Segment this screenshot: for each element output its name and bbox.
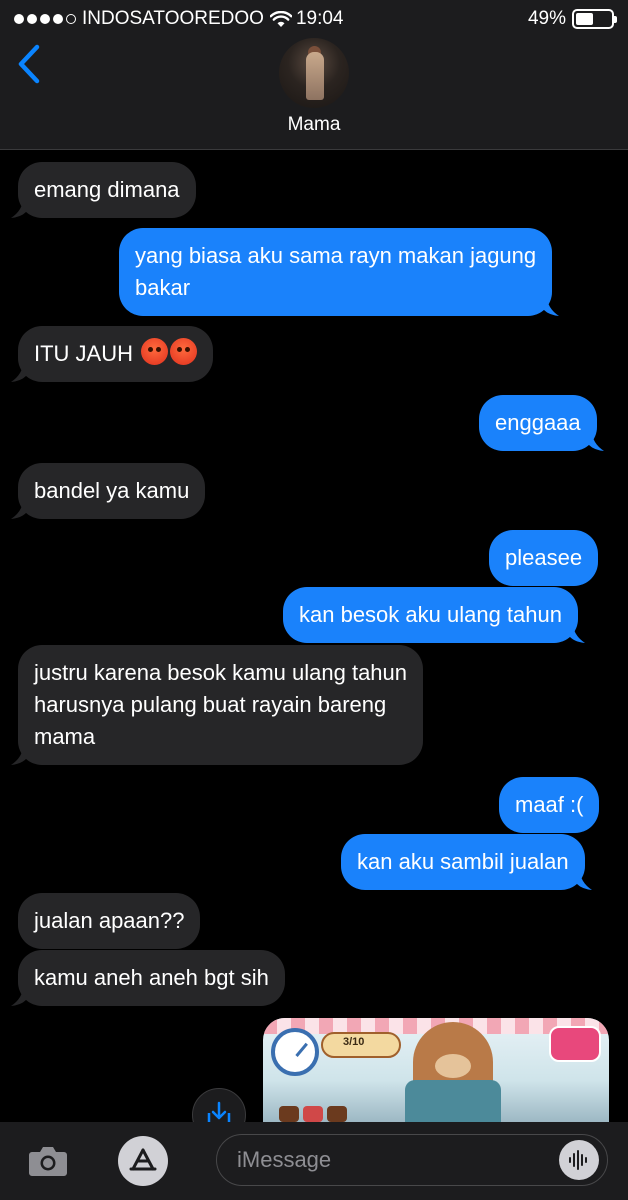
message-text: kan besok aku ulang tahun	[299, 602, 562, 627]
message-text: maaf :(	[515, 792, 584, 817]
app-store-button[interactable]	[118, 1136, 168, 1186]
message-text-line: harusnya pulang buat rayain bareng	[34, 692, 387, 717]
camera-icon	[29, 1147, 67, 1176]
contact-name[interactable]: Mama	[0, 114, 628, 136]
message-bubble-incoming[interactable]: emang dimana	[11, 162, 196, 218]
message-text: kamu aneh aneh bgt sih	[34, 965, 269, 990]
message-text-line: yang biasa aku sama rayn makan jagung	[135, 243, 537, 268]
composer-bar	[0, 1122, 628, 1200]
clock-time: 19:04	[295, 8, 344, 29]
message-bubble-incoming[interactable]: justru karena besok kamu ulang tahun har…	[11, 645, 424, 765]
status-bar: INDOSATOOREDOO 19:04 49%	[0, 0, 628, 38]
message-bubble-outgoing[interactable]: maaf :(	[499, 777, 600, 833]
camera-button[interactable]	[28, 1141, 68, 1181]
message-text-line: mama	[34, 724, 96, 749]
message-input[interactable]	[237, 1147, 537, 1173]
game-counter: 3/10	[343, 1036, 365, 1048]
message-text: emang dimana	[34, 177, 180, 202]
contact-avatar[interactable]	[279, 38, 349, 108]
angry-face-emoji	[141, 338, 169, 365]
app-store-icon	[129, 1148, 157, 1171]
message-text: bandel ya kamu	[34, 478, 190, 503]
message-text-line: bakar	[135, 275, 191, 300]
message-text: kan aku sambil jualan	[357, 849, 569, 874]
message-bubble-outgoing[interactable]: kan besok aku ulang tahun	[283, 587, 585, 643]
message-text-line: justru karena besok kamu ulang tahun	[34, 660, 408, 685]
message-bubble-outgoing[interactable]: yang biasa aku sama rayn makan jagung ba…	[119, 228, 560, 316]
audio-message-button[interactable]	[559, 1140, 599, 1180]
bear-apron	[405, 1080, 501, 1122]
message-bubble-outgoing[interactable]: pleasee	[489, 530, 599, 586]
message-bubble-outgoing[interactable]: enggaaa	[479, 395, 604, 451]
battery-level	[576, 13, 593, 25]
image-attachment[interactable]: 3/10	[263, 1018, 609, 1122]
back-button[interactable]	[12, 44, 46, 84]
message-text: ITU JAUH	[34, 341, 133, 366]
carrier-name: INDOSATOOREDOO	[82, 8, 264, 29]
message-field[interactable]	[216, 1134, 608, 1186]
message-bubble-incoming[interactable]: kamu aneh aneh bgt sih	[11, 950, 285, 1006]
message-text: pleasee	[505, 545, 583, 570]
message-bubble-incoming[interactable]: jualan apaan??	[18, 893, 201, 949]
food-items	[279, 1106, 347, 1122]
game-timer-icon	[271, 1028, 319, 1076]
battery-icon	[572, 9, 617, 29]
waveform-icon	[569, 1150, 587, 1170]
signal-strength-icon	[14, 14, 76, 24]
game-badge-icon	[549, 1026, 601, 1062]
wifi-icon	[269, 10, 292, 28]
angry-face-emoji	[170, 338, 198, 365]
message-text: enggaaa	[495, 410, 581, 435]
conversation-header: Mama	[0, 38, 628, 150]
message-bubble-outgoing[interactable]: kan aku sambil jualan	[341, 834, 592, 890]
battery-percent: 49%	[527, 8, 566, 29]
message-bubble-incoming[interactable]: bandel ya kamu	[11, 463, 206, 519]
message-bubble-incoming[interactable]: ITU JAUH	[11, 326, 214, 382]
message-text: jualan apaan??	[34, 908, 185, 933]
chevron-left-icon	[18, 44, 40, 84]
